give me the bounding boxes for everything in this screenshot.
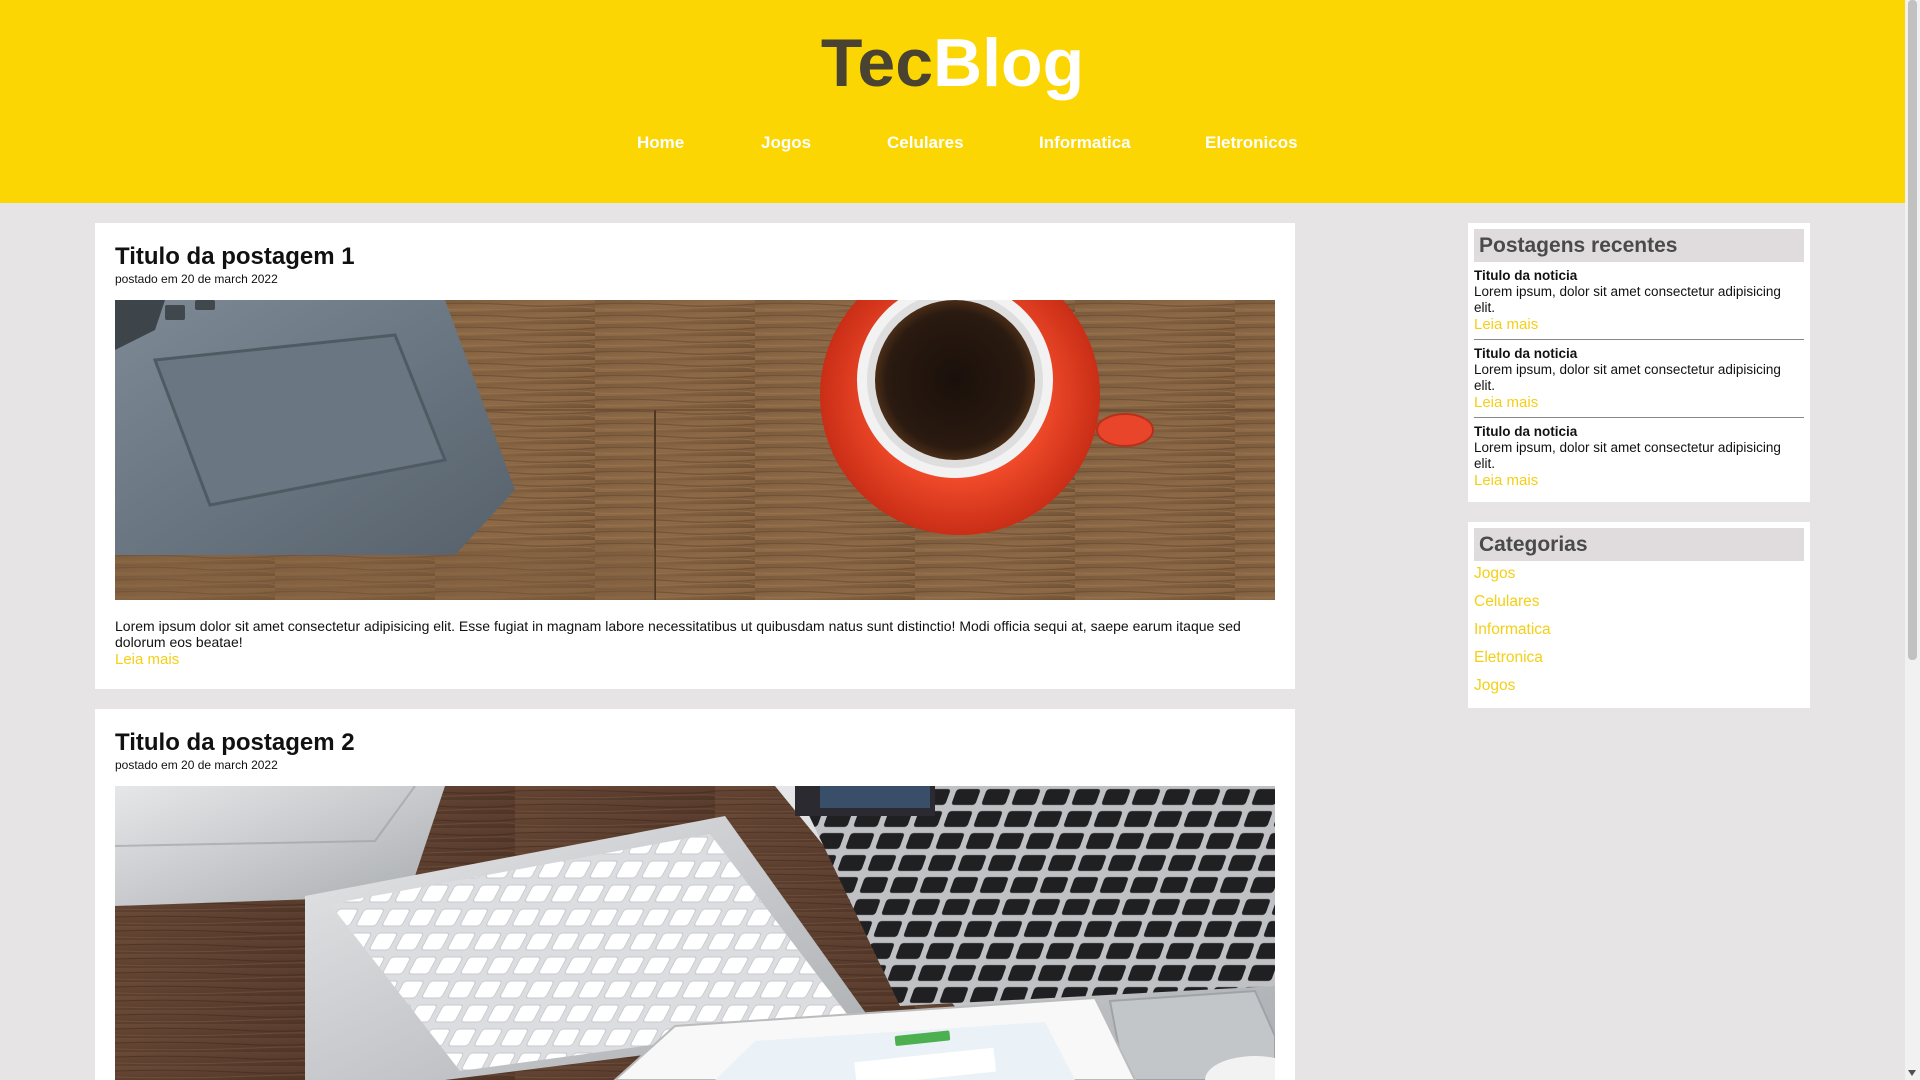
recent-post-title[interactable]: Titulo da noticia xyxy=(1474,424,1804,440)
vertical-scrollbar[interactable] xyxy=(1905,0,1920,1080)
categories-title: Categorias xyxy=(1474,528,1804,561)
recent-posts-widget: Postagens recentes Titulo da noticia Lor… xyxy=(1468,223,1810,502)
desk-devices-photo xyxy=(115,786,1275,1080)
main-nav: Home Jogos Celulares Informatica Eletron… xyxy=(0,133,1905,153)
post-excerpt: Lorem ipsum dolor sit amet consectetur a… xyxy=(115,618,1241,650)
categories-widget: Categorias Jogos Celulares Informatica E… xyxy=(1468,522,1810,708)
nav-eletronicos[interactable]: Eletronicos xyxy=(1205,133,1298,153)
site-logo[interactable]: TecBlog xyxy=(0,20,1905,106)
recent-post-item: Titulo da noticia Lorem ipsum, dolor sit… xyxy=(1474,424,1804,490)
category-link-jogos[interactable]: Jogos xyxy=(1474,565,1515,583)
logo-part-blog: Blog xyxy=(933,25,1085,101)
post-title[interactable]: Titulo da postagem 2 xyxy=(115,729,355,757)
recent-post-item: Titulo da noticia Lorem ipsum, dolor sit… xyxy=(1474,346,1804,412)
scrollbar-thumb[interactable] xyxy=(1908,0,1917,660)
category-link-eletronica[interactable]: Eletronica xyxy=(1474,649,1543,667)
post-card: Titulo da postagem 1 postado em 20 de ma… xyxy=(95,223,1295,689)
post-date: postado em 20 de march 2022 xyxy=(115,272,278,286)
recent-post-text: Lorem ipsum, dolor sit amet consectetur … xyxy=(1474,284,1781,315)
post-image[interactable] xyxy=(115,300,1275,600)
post-image[interactable] xyxy=(115,786,1275,1080)
recent-post-title[interactable]: Titulo da noticia xyxy=(1474,346,1804,362)
read-more-link[interactable]: Leia mais xyxy=(115,651,179,668)
site-header: TecBlog Home Jogos Celulares Informatica… xyxy=(0,0,1905,203)
read-more-link[interactable]: Leia mais xyxy=(1474,394,1804,412)
read-more-link[interactable]: Leia mais xyxy=(1474,316,1804,334)
read-more-link[interactable]: Leia mais xyxy=(1474,472,1804,490)
nav-home[interactable]: Home xyxy=(637,133,684,153)
laptop-coffee-photo xyxy=(115,300,1275,600)
category-link-celulares[interactable]: Celulares xyxy=(1474,593,1539,611)
category-link-informatica[interactable]: Informatica xyxy=(1474,621,1551,639)
recent-post-text: Lorem ipsum, dolor sit amet consectetur … xyxy=(1474,440,1781,471)
nav-informatica[interactable]: Informatica xyxy=(1039,133,1131,153)
post-card: Titulo da postagem 2 postado em 20 de ma… xyxy=(95,709,1295,1080)
divider xyxy=(1474,339,1804,340)
nav-celulares[interactable]: Celulares xyxy=(887,133,964,153)
nav-jogos[interactable]: Jogos xyxy=(761,133,811,153)
post-title[interactable]: Titulo da postagem 1 xyxy=(115,243,355,271)
scroll-down-arrow-icon[interactable] xyxy=(1908,1070,1916,1076)
post-date: postado em 20 de march 2022 xyxy=(115,758,278,772)
logo-part-tec: Tec xyxy=(820,25,934,101)
recent-post-text: Lorem ipsum, dolor sit amet consectetur … xyxy=(1474,362,1781,393)
recent-post-title[interactable]: Titulo da noticia xyxy=(1474,268,1804,284)
divider xyxy=(1474,417,1804,418)
recent-posts-title: Postagens recentes xyxy=(1474,229,1804,262)
recent-post-item: Titulo da noticia Lorem ipsum, dolor sit… xyxy=(1474,268,1804,334)
category-link-jogos[interactable]: Jogos xyxy=(1474,677,1515,695)
